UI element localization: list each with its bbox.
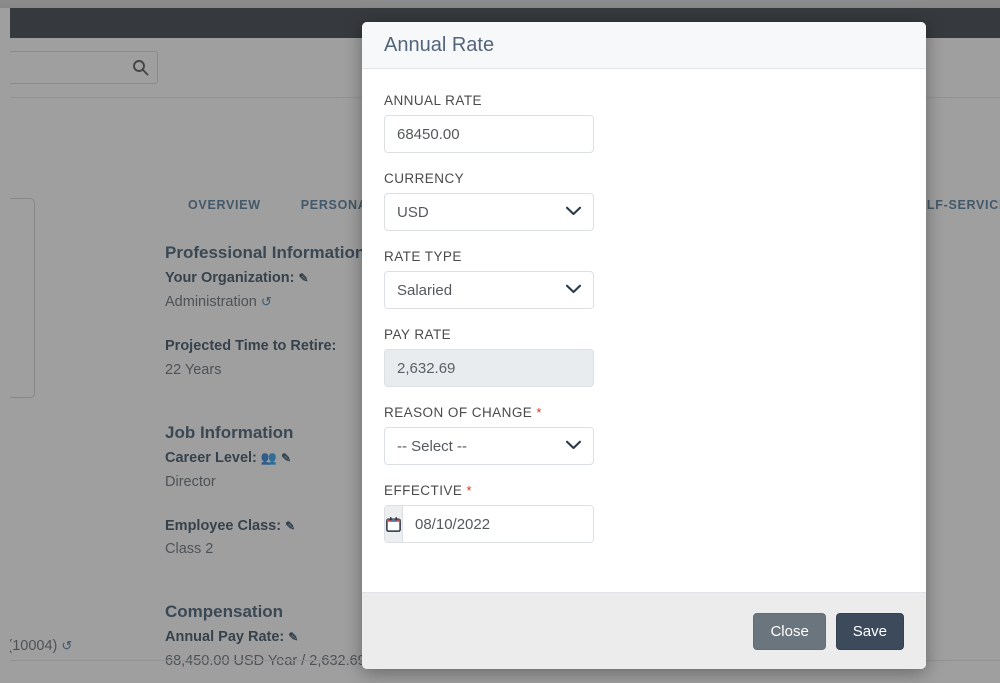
- search-placeholder: arch...: [10, 59, 123, 76]
- history-icon[interactable]: ↺: [261, 294, 272, 309]
- pencil-icon[interactable]: ✎: [285, 519, 295, 533]
- left-column-org-stub: ons (10004) ↺: [10, 638, 72, 654]
- pencil-icon[interactable]: ✎: [281, 451, 291, 465]
- rate-type-select-wrap: Salaried: [384, 271, 594, 309]
- form-group-reason-of-change: REASON OF CHANGE * -- Select --: [384, 405, 904, 465]
- form-group-rate-type: RATE TYPE Salaried: [384, 249, 904, 309]
- calendar-icon[interactable]: [385, 506, 403, 542]
- form-group-pay-rate: PAY RATE 2,632.69: [384, 327, 904, 387]
- form-group-effective: EFFECTIVE *: [384, 483, 904, 543]
- annual-pay-rate-label-text: Annual Pay Rate:: [165, 629, 285, 646]
- left-summary-card: [10, 198, 35, 398]
- modal-body: ANNUAL RATE CURRENCY USD RATE TYPE Salar…: [362, 69, 926, 592]
- effective-date-input[interactable]: [403, 506, 593, 542]
- your-organization-value-text: Administration: [165, 293, 257, 310]
- label-annual-rate: ANNUAL RATE: [384, 93, 482, 108]
- modal-footer: Close Save: [362, 592, 926, 669]
- label-currency: CURRENCY: [384, 171, 465, 186]
- annual-rate-input[interactable]: [384, 115, 594, 153]
- label-effective: EFFECTIVE *: [384, 483, 904, 498]
- history-icon[interactable]: ↺: [61, 638, 72, 653]
- effective-date-group: [384, 505, 594, 543]
- career-level-label-text: Career Level:: [165, 449, 257, 466]
- required-marker: *: [466, 483, 473, 498]
- save-button[interactable]: Save: [835, 612, 904, 650]
- form-group-currency: CURRENCY USD: [384, 171, 904, 231]
- currency-select-wrap: USD: [384, 193, 594, 231]
- tab-self-service[interactable]: LF-SERVICE: [927, 198, 1000, 212]
- left-column-org-stub-text: ons (10004): [10, 638, 58, 654]
- search-input[interactable]: arch...: [10, 51, 158, 84]
- tab-overview[interactable]: OVERVIEW: [188, 198, 261, 212]
- label-rate-type: RATE TYPE: [384, 249, 462, 264]
- people-icon[interactable]: 👥: [261, 450, 277, 465]
- form-group-annual-rate: ANNUAL RATE: [384, 93, 904, 153]
- label-reason-of-change-text: REASON OF CHANGE: [384, 405, 533, 420]
- employee-class-label-text: Employee Class:: [165, 517, 282, 534]
- label-pay-rate: PAY RATE: [384, 327, 452, 342]
- rate-type-select[interactable]: Salaried: [384, 271, 594, 309]
- pay-rate-input-readonly: 2,632.69: [384, 349, 594, 387]
- your-organization-label-text: Your Organization:: [165, 270, 295, 286]
- currency-select[interactable]: USD: [384, 193, 594, 231]
- modal-header: Annual Rate: [362, 22, 926, 69]
- annual-rate-modal: Annual Rate ANNUAL RATE CURRENCY USD: [362, 22, 926, 669]
- pencil-icon[interactable]: ✎: [288, 630, 298, 644]
- browser-chrome-strip: [0, 0, 1000, 8]
- screen-root: arch... OVERVIEW PERSONAL LF-SERVICE: [0, 0, 1000, 683]
- pencil-icon[interactable]: ✎: [298, 271, 308, 285]
- label-effective-text: EFFECTIVE: [384, 483, 463, 498]
- reason-of-change-select-wrap: -- Select --: [384, 427, 594, 465]
- label-reason-of-change: REASON OF CHANGE *: [384, 405, 904, 420]
- required-marker: *: [536, 405, 542, 420]
- search-icon[interactable]: [123, 59, 157, 76]
- reason-of-change-select[interactable]: -- Select --: [384, 427, 594, 465]
- close-button[interactable]: Close: [753, 612, 826, 650]
- modal-title: Annual Rate: [384, 33, 495, 56]
